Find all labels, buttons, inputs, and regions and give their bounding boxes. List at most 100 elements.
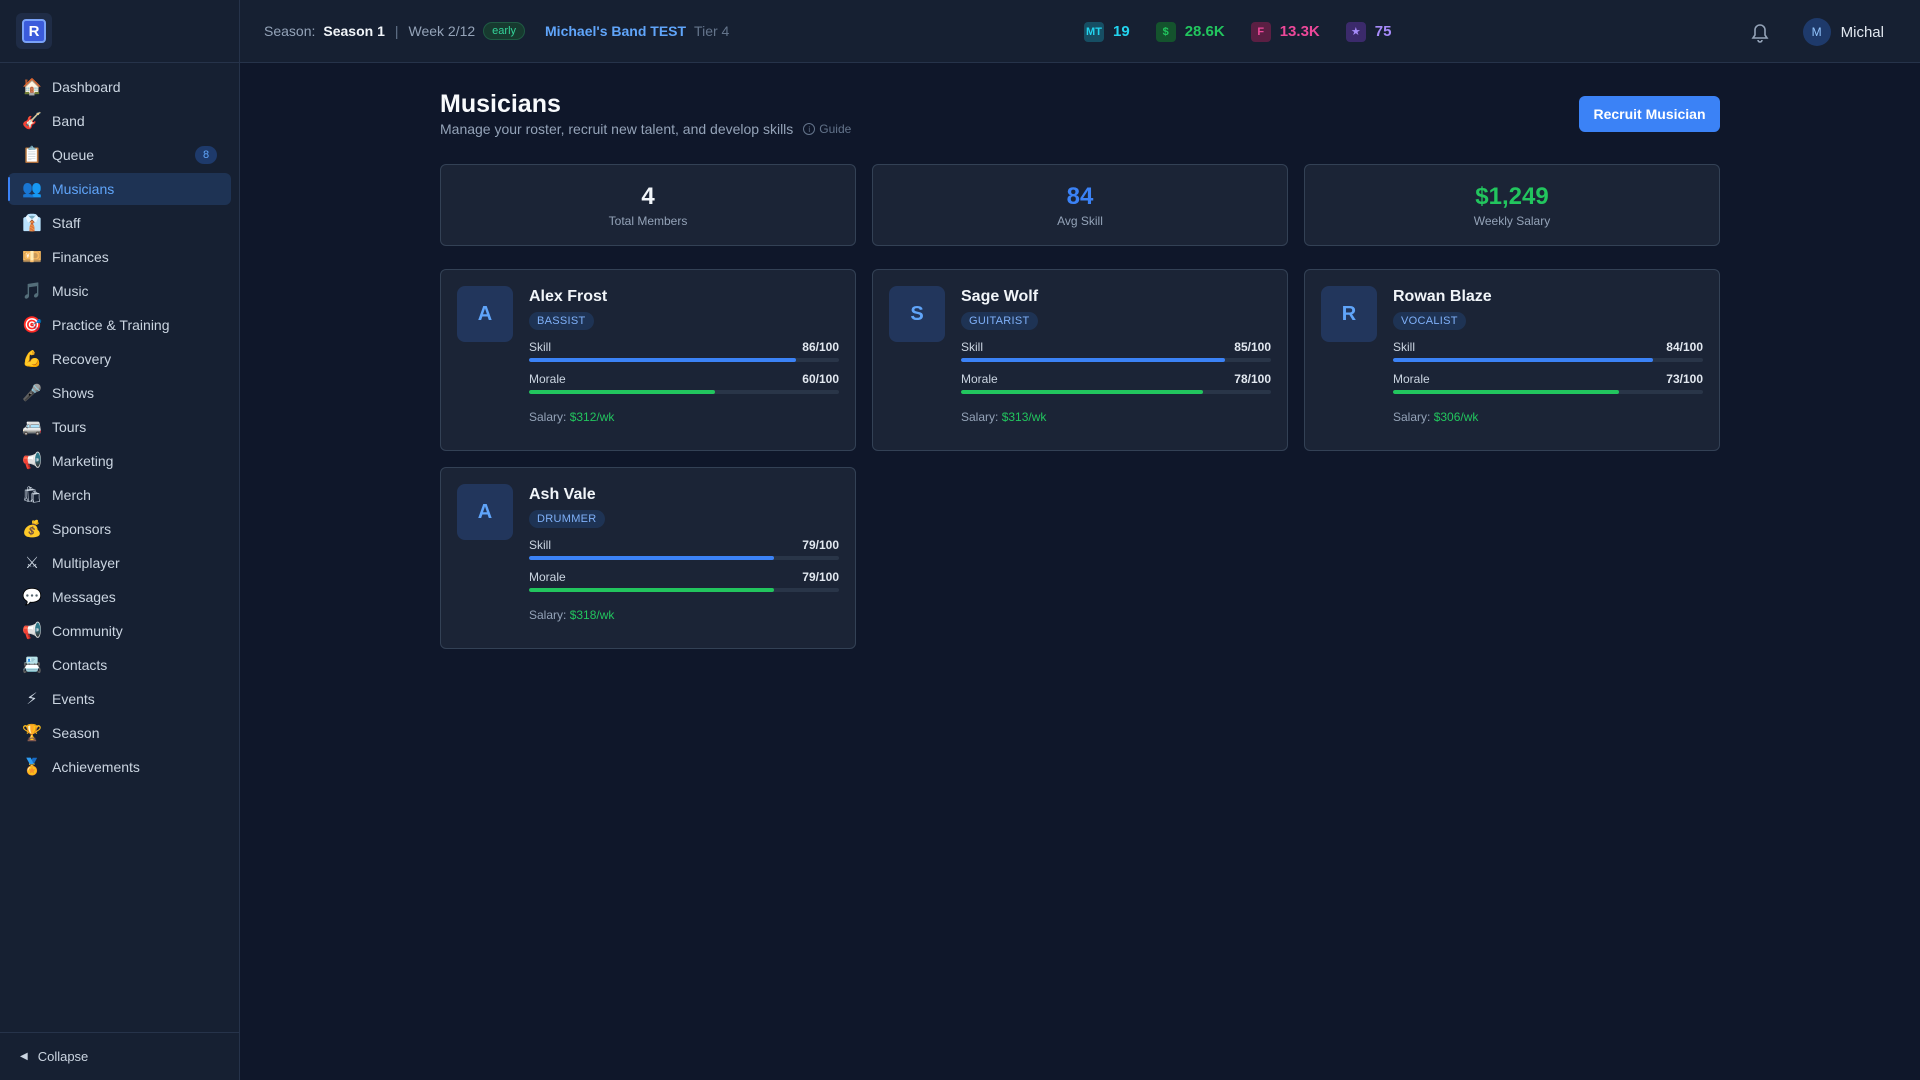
sidebar-item-icon: 📇 bbox=[22, 657, 42, 674]
salary-label: Salary: bbox=[529, 410, 567, 424]
role-badge: BASSIST bbox=[529, 312, 594, 330]
collapse-button[interactable]: ◀ Collapse bbox=[0, 1032, 239, 1080]
sidebar-item-merch[interactable]: 🛍 Merch bbox=[8, 479, 231, 511]
morale-bar bbox=[1393, 390, 1703, 394]
guide-label: Guide bbox=[819, 122, 852, 136]
sidebar-item-label: Shows bbox=[52, 385, 95, 401]
sidebar-item-label: Contacts bbox=[52, 657, 108, 673]
skill-metric: Skill 84/100 bbox=[1393, 340, 1703, 362]
sidebar-item-icon: 💴 bbox=[22, 249, 42, 266]
sidebar-item-season[interactable]: 🏆 Season bbox=[8, 717, 231, 749]
stat-fame[interactable]: ★ 75 bbox=[1345, 21, 1391, 42]
queue-count-badge: 8 bbox=[195, 146, 217, 164]
musician-card[interactable]: A Ash Vale DRUMMER Skill 79/100 Morale 79/100 S… bbox=[440, 467, 856, 649]
sidebar-item-finances[interactable]: 💴 Finances bbox=[8, 241, 231, 273]
sidebar-item-contacts[interactable]: 📇 Contacts bbox=[8, 649, 231, 681]
sidebar-item-sponsors[interactable]: 💰 Sponsors bbox=[8, 513, 231, 545]
musician-card[interactable]: A Alex Frost BASSIST Skill 86/100 Morale 60/10… bbox=[440, 269, 856, 451]
bell-icon[interactable] bbox=[1750, 21, 1770, 43]
sidebar-item-recovery[interactable]: 💪 Recovery bbox=[8, 343, 231, 375]
stat-mt[interactable]: MT 19 bbox=[1084, 21, 1130, 42]
skill-metric: Skill 86/100 bbox=[529, 340, 839, 362]
salary-line: Salary: $318/wk bbox=[529, 608, 839, 622]
sidebar-item-band[interactable]: 🎸 Band bbox=[8, 105, 231, 137]
sidebar-item-community[interactable]: 📢 Community bbox=[8, 615, 231, 647]
sidebar-item-icon: 💰 bbox=[22, 521, 42, 538]
separator: | bbox=[394, 23, 399, 39]
role-badge: VOCALIST bbox=[1393, 312, 1466, 330]
sidebar-item-label: Sponsors bbox=[52, 521, 112, 537]
salary-line: Salary: $306/wk bbox=[1393, 410, 1703, 424]
morale-value: 78/100 bbox=[1234, 372, 1271, 386]
sidebar-item-label: Multiplayer bbox=[52, 555, 120, 571]
stat-fans[interactable]: F 13.3K bbox=[1250, 21, 1320, 42]
musician-avatar: S bbox=[889, 286, 945, 342]
stat-money[interactable]: $28.6K bbox=[1155, 21, 1225, 42]
morale-label: Morale bbox=[529, 570, 566, 584]
summary-row: 4 Total Members 84 Avg Skill $1,249 Weekly Sa… bbox=[440, 164, 1720, 246]
musician-card[interactable]: R Rowan Blaze VOCALIST Skill 84/100 Morale 73/… bbox=[1304, 269, 1720, 451]
summary-card-total-members: 4 Total Members bbox=[440, 164, 856, 246]
user-name: Michal bbox=[1840, 23, 1884, 41]
salary-label: Salary: bbox=[1393, 410, 1431, 424]
sidebar-item-icon: 🏆 bbox=[22, 725, 42, 742]
sidebar-item-label: Achievements bbox=[52, 759, 140, 775]
sidebar-item-messages[interactable]: 💬 Messages bbox=[8, 581, 231, 613]
band-name-link[interactable]: Michael's Band TEST bbox=[545, 23, 686, 39]
fans-icon: F bbox=[1250, 21, 1271, 42]
summary-label: Total Members bbox=[608, 213, 688, 228]
app-logo[interactable]: R bbox=[16, 13, 52, 49]
sidebar-item-dashboard[interactable]: 🏠 Dashboard bbox=[8, 71, 231, 103]
morale-metric: Morale 73/100 bbox=[1393, 372, 1703, 394]
collapse-label: Collapse bbox=[37, 1049, 89, 1064]
sidebar-item-icon: 🎸 bbox=[22, 113, 42, 130]
musician-card[interactable]: S Sage Wolf GUITARIST Skill 85/100 Morale 78/1… bbox=[872, 269, 1288, 451]
sidebar-item-staff[interactable]: 👔 Staff bbox=[8, 207, 231, 239]
sidebar-item-label: Merch bbox=[52, 487, 91, 503]
sidebar-item-practice-training[interactable]: 🎯 Practice & Training bbox=[8, 309, 231, 341]
skill-label: Skill bbox=[529, 340, 552, 354]
sidebar-item-achievements[interactable]: 🏅 Achievements bbox=[8, 751, 231, 783]
musician-name: Alex Frost bbox=[529, 288, 608, 305]
sidebar-item-icon: 👥 bbox=[22, 181, 42, 198]
morale-metric: Morale 78/100 bbox=[961, 372, 1271, 394]
salary-label: Salary: bbox=[529, 608, 567, 622]
guide-link[interactable]: i Guide bbox=[803, 122, 851, 136]
avatar: M bbox=[1802, 18, 1831, 46]
page-subtitle: Manage your roster, recruit new talent, … bbox=[440, 121, 851, 137]
summary-value: $1,249 bbox=[1475, 182, 1549, 210]
user-menu[interactable]: M Michal bbox=[1802, 18, 1884, 46]
sidebar-item-label: Queue bbox=[52, 147, 95, 163]
musician-avatar: A bbox=[457, 286, 513, 342]
morale-bar bbox=[529, 390, 839, 394]
sidebar-item-label: Staff bbox=[52, 215, 81, 231]
salary-line: Salary: $313/wk bbox=[961, 410, 1271, 424]
sidebar-item-marketing[interactable]: 📢 Marketing bbox=[8, 445, 231, 477]
sidebar-item-queue[interactable]: 📋 Queue 8 bbox=[8, 139, 231, 171]
sidebar-item-tours[interactable]: 🚐 Tours bbox=[8, 411, 231, 443]
recruit-musician-button[interactable]: Recruit Musician bbox=[1579, 96, 1720, 132]
sidebar-item-shows[interactable]: 🎤 Shows bbox=[8, 377, 231, 409]
skill-bar bbox=[529, 556, 839, 560]
sidebar-item-multiplayer[interactable]: ⚔ Multiplayer bbox=[8, 547, 231, 579]
skill-bar-fill bbox=[529, 556, 774, 560]
sidebar-item-musicians[interactable]: 👥 Musicians bbox=[8, 173, 231, 205]
sidebar-item-music[interactable]: 🎵 Music bbox=[8, 275, 231, 307]
money-icon: $ bbox=[1155, 21, 1176, 42]
morale-bar bbox=[961, 390, 1271, 394]
skill-metric: Skill 85/100 bbox=[961, 340, 1271, 362]
summary-card-weekly-salary: $1,249 Weekly Salary bbox=[1304, 164, 1720, 246]
week-label: Week 2/12 bbox=[408, 23, 476, 39]
sidebar-item-events[interactable]: ⚡ Events bbox=[8, 683, 231, 715]
tier-label: Tier 4 bbox=[694, 23, 730, 39]
skill-value: 86/100 bbox=[802, 340, 839, 354]
morale-metric: Morale 79/100 bbox=[529, 570, 839, 592]
season-info: Season: Season 1 | Week 2/12 early bbox=[264, 22, 526, 40]
role-badge: GUITARIST bbox=[961, 312, 1038, 330]
salary-amount: $313/wk bbox=[1001, 410, 1047, 424]
sidebar-item-label: Musicians bbox=[52, 181, 115, 197]
morale-value: 79/100 bbox=[802, 570, 839, 584]
skill-bar bbox=[1393, 358, 1703, 362]
app-logo-letter: R bbox=[22, 19, 46, 43]
sidebar-item-icon: 🏠 bbox=[22, 79, 42, 96]
